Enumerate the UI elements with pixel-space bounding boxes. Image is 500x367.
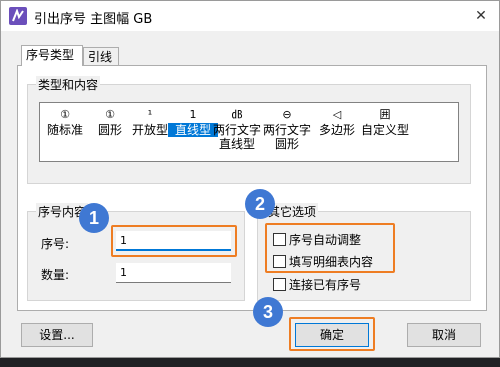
number-content-group: 序号内容 xyxy=(27,203,245,301)
style-item[interactable]: 囲自定义型 xyxy=(360,107,410,137)
style-item[interactable]: ⊖ 两行文字 圆形 xyxy=(262,107,312,151)
connect-existing-label: 连接已有序号 xyxy=(289,278,362,292)
tab-leader[interactable]: 引线 xyxy=(83,47,119,67)
background-canvas-strip xyxy=(0,358,500,367)
auto-adjust-checkbox[interactable] xyxy=(273,233,286,246)
step-badge-1: 1 xyxy=(79,203,109,233)
app-logo-icon xyxy=(9,7,27,25)
style-list: ① 随标准 ① 圆形 ¹ 开放型 1 直线型㏈两行文字 直线型 ⊖ 两行文字 圆形 ◁ 多边形囲自定义型 xyxy=(39,102,459,162)
style-glyph-icon: ㏈ xyxy=(231,108,243,121)
dialog-window: 引出序号 主图幅 GB ✕ 序号类型 引线 类型和内容 ① 随标准 ① 圆形 ¹ 开放型 1… xyxy=(0,0,500,358)
auto-adjust-option[interactable]: 序号自动调整 xyxy=(273,231,361,249)
type-content-group: 类型和内容 ① 随标准 ① 圆形 ¹ 开放型 1 直线型㏈两行文字 直线型 ⊖ 两行文字 圆形 ◁ 多边形… xyxy=(27,76,471,184)
number-label: 序号: xyxy=(41,237,70,251)
fill-bom-checkbox[interactable] xyxy=(273,255,286,268)
connect-existing-option[interactable]: 连接已有序号 xyxy=(273,276,361,294)
fill-bom-label: 填写明细表内容 xyxy=(289,255,374,269)
type-content-group-label: 类型和内容 xyxy=(36,76,101,93)
style-glyph-icon: 囲 xyxy=(379,108,391,121)
style-glyph-icon: ① xyxy=(60,108,70,121)
close-icon[interactable]: ✕ xyxy=(471,6,491,26)
settings-button[interactable]: 设置... xyxy=(21,323,93,347)
connect-existing-checkbox[interactable] xyxy=(273,278,286,291)
quantity-input[interactable]: 1 xyxy=(116,263,231,283)
title-bar: 引出序号 主图幅 GB ✕ xyxy=(1,1,499,31)
style-glyph-icon: ⊖ xyxy=(282,108,292,121)
fill-bom-option[interactable]: 填写明细表内容 xyxy=(273,253,373,271)
style-label-line2: 圆形 xyxy=(274,137,299,151)
tab-number-type[interactable]: 序号类型 xyxy=(21,45,83,66)
style-label-line2: 直线型 xyxy=(218,137,255,151)
step-badge-2: 2 xyxy=(245,189,275,219)
style-label: 直线型 xyxy=(168,123,218,137)
style-label: 随标准 xyxy=(46,123,83,137)
style-glyph-icon: 1 xyxy=(189,108,197,121)
window-title: 引出序号 主图幅 GB xyxy=(34,12,153,27)
style-item[interactable]: ㏈两行文字 直线型 xyxy=(212,107,262,151)
style-item[interactable]: ① 随标准 xyxy=(40,107,90,137)
quantity-label: 数量: xyxy=(41,268,70,282)
step-badge-3: 3 xyxy=(253,297,283,327)
style-label: 两行文字 xyxy=(212,123,261,137)
style-label: 自定义型 xyxy=(360,123,409,137)
style-item[interactable]: 1 直线型 xyxy=(168,107,218,137)
ok-button[interactable]: 确定 xyxy=(295,323,369,347)
auto-adjust-label: 序号自动调整 xyxy=(289,233,362,247)
style-item[interactable]: ◁ 多边形 xyxy=(312,107,362,137)
style-label: 两行文字 xyxy=(262,123,311,137)
number-input[interactable]: 1 xyxy=(116,231,231,251)
style-label: 多边形 xyxy=(318,123,355,137)
style-glyph-icon: ◁ xyxy=(332,108,342,121)
cancel-button[interactable]: 取消 xyxy=(407,323,481,347)
